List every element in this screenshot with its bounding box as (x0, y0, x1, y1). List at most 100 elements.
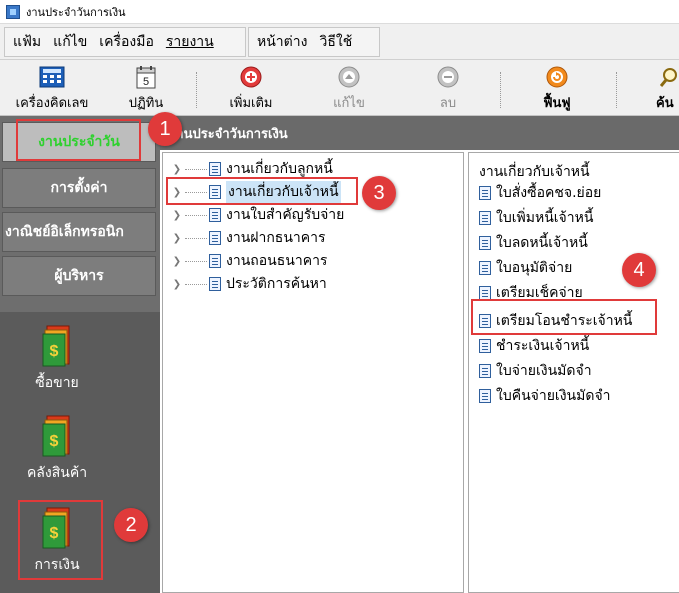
menu-edit[interactable]: แก้ไข (53, 29, 87, 55)
list-item[interactable]: ชำระเงินเจ้าหนี้ (479, 336, 589, 356)
search-button[interactable]: ค้น (652, 64, 679, 114)
tree-connector (185, 214, 207, 216)
chevron-right-icon[interactable]: ❯ (171, 233, 183, 244)
document-icon (209, 208, 221, 222)
sidebar-module-label: การเงิน (34, 557, 80, 573)
sidebar-tab-label: ผู้บริหาร (54, 268, 104, 284)
app-icon (6, 4, 20, 19)
list-item-label: ใบอนุมัติจ่าย (496, 260, 573, 276)
tree-item-vouchers[interactable]: ❯ งานใบสำคัญรับจ่าย (163, 205, 345, 225)
list-item[interactable]: ใบลดหนี้เจ้าหนี้ (479, 233, 588, 253)
list-item-label: ใบคืนจ่ายเงินมัดจำ (496, 388, 611, 404)
book-stack-icon: $ (42, 415, 70, 457)
add-label: เพิ่มเติม (229, 96, 273, 111)
chevron-right-icon[interactable]: ❯ (171, 210, 183, 221)
sidebar-module-finance[interactable]: $ การเงิน (12, 504, 102, 576)
list-item[interactable]: ใบสั่งซื้อคชจ.ย่อย (479, 183, 601, 203)
document-icon (479, 314, 491, 328)
tree-item-label: งานใบสำคัญรับจ่าย (226, 207, 345, 223)
toolbar-separator (500, 72, 501, 108)
refresh-button[interactable]: ฟื้นฟู (528, 64, 586, 114)
tree-item-label: งานเกี่ยวกับลูกหนี้ (226, 161, 333, 177)
sidebar-tab-label: งานประจำวัน (38, 134, 120, 150)
calculator-label: เครื่องคิดเลข (15, 96, 89, 111)
svg-text:$: $ (50, 525, 59, 542)
toolbar: เครื่องคิดเลข 5 ปฏิทิน เพิ่มเติม แก้ไข ล… (0, 60, 679, 116)
refresh-label: ฟื้นฟู (543, 96, 571, 111)
add-icon (239, 64, 263, 90)
sidebar-tab-executive[interactable]: ผู้บริหาร (2, 256, 156, 296)
sidebar-module-purchase-sales[interactable]: $ ซื้อขาย (12, 322, 102, 394)
sidebar-tab-settings[interactable]: การตั้งค่า (2, 168, 156, 208)
tree-item-bank-withdrawal[interactable]: ❯ งานถอนธนาคาร (163, 251, 328, 271)
sidebar-module-panel: $ ซื้อขาย $ คลังสินค้า $ การเงิน (0, 312, 160, 593)
menu-report[interactable]: รายงาน (166, 29, 214, 55)
list-item-label: ใบสั่งซื้อคชจ.ย่อย (496, 185, 602, 201)
edit-button[interactable]: แก้ไข (320, 64, 378, 114)
menu-group-window: หน้าต่าง วิธีใช้ (248, 27, 380, 57)
document-icon (209, 277, 221, 291)
sidebar-module-inventory[interactable]: $ คลังสินค้า (12, 412, 102, 484)
sidebar-module-label: ซื้อขาย (35, 375, 79, 391)
menu-help[interactable]: วิธีใช้ (319, 29, 352, 55)
document-icon (209, 254, 221, 268)
document-icon (209, 162, 221, 176)
list-item[interactable]: ใบอนุมัติจ่าย (479, 258, 572, 278)
svg-text:$: $ (50, 343, 59, 360)
toolbar-separator (616, 72, 617, 108)
calculator-button[interactable]: เครื่องคิดเลข (6, 64, 98, 114)
sidebar-tab-label: การตั้งค่า (50, 180, 108, 196)
tree-item-receivables[interactable]: ❯ งานเกี่ยวกับลูกหนี้ (163, 159, 333, 179)
tree-item-search-history[interactable]: ❯ ประวัติการค้นหา (163, 274, 327, 294)
content-header-title: งานประจำวันการเงิน (170, 126, 288, 142)
document-icon (479, 211, 491, 225)
calendar-button[interactable]: 5 ปฏิทิน (116, 64, 176, 114)
menu-tools[interactable]: เครื่องมือ (99, 29, 154, 55)
chevron-right-icon[interactable]: ❯ (171, 187, 183, 198)
step-badge-2: 2 (114, 508, 148, 542)
chevron-right-icon[interactable]: ❯ (171, 279, 183, 290)
document-icon (479, 286, 491, 300)
sidebar-tab-daily-work[interactable]: งานประจำวัน (2, 122, 156, 162)
list-item-label: เตรียมเช็คจ่าย (496, 285, 583, 301)
document-icon (479, 236, 491, 250)
menu-file[interactable]: แฟ้ม (13, 29, 41, 55)
tree-item-bank-deposit[interactable]: ❯ งานฝากธนาคาร (163, 228, 326, 248)
list-item[interactable]: ใบจ่ายเงินมัดจำ (479, 361, 592, 381)
list-item[interactable]: ใบเพิ่มหนี้เจ้าหนี้ (479, 208, 593, 228)
list-item[interactable]: ใบคืนจ่ายเงินมัดจำ (479, 386, 611, 406)
calendar-label: ปฏิทิน (128, 96, 164, 111)
document-icon (209, 231, 221, 245)
calendar-icon: 5 (135, 64, 157, 90)
menu-window[interactable]: หน้าต่าง (257, 29, 307, 55)
sidebar-module-label: คลังสินค้า (26, 465, 88, 481)
calendar-day: 5 (143, 76, 149, 88)
document-icon (479, 339, 491, 353)
add-button[interactable]: เพิ่มเติม (218, 64, 284, 114)
tree-connector (185, 191, 207, 193)
menu-group-main: แฟ้ม แก้ไข เครื่องมือ รายงาน (4, 27, 246, 57)
edit-label: แก้ไข (333, 96, 365, 111)
chevron-right-icon[interactable]: ❯ (171, 164, 183, 175)
chevron-right-icon[interactable]: ❯ (171, 256, 183, 267)
sidebar-tab-ecommerce[interactable]: งาณิชย์อิเล็กทรอนิก (2, 212, 156, 252)
toolbar-separator (196, 72, 197, 108)
document-icon (209, 185, 221, 199)
delete-label: ลบ (439, 96, 457, 111)
step-badge-4: 4 (622, 253, 656, 287)
book-stack-icon: $ (42, 325, 70, 367)
tree-connector (185, 260, 207, 262)
edit-icon (337, 64, 361, 90)
document-icon (479, 389, 491, 403)
document-icon (479, 186, 491, 200)
step-badge-3: 3 (362, 176, 396, 210)
document-icon (479, 261, 491, 275)
tree-item-label: งานเกี่ยวกับเจ้าหนี้ (226, 181, 341, 203)
delete-button[interactable]: ลบ (424, 64, 472, 114)
document-icon (479, 364, 491, 378)
tree-item-payables[interactable]: ❯ งานเกี่ยวกับเจ้าหนี้ (163, 181, 341, 203)
list-item-prepare-payable-transfer[interactable]: เตรียมโอนชำระเจ้าหนี้ (479, 311, 632, 331)
tree-connector (185, 168, 207, 170)
list-item[interactable]: เตรียมเช็คจ่าย (479, 283, 583, 303)
tree-item-label: ประวัติการค้นหา (226, 276, 327, 292)
